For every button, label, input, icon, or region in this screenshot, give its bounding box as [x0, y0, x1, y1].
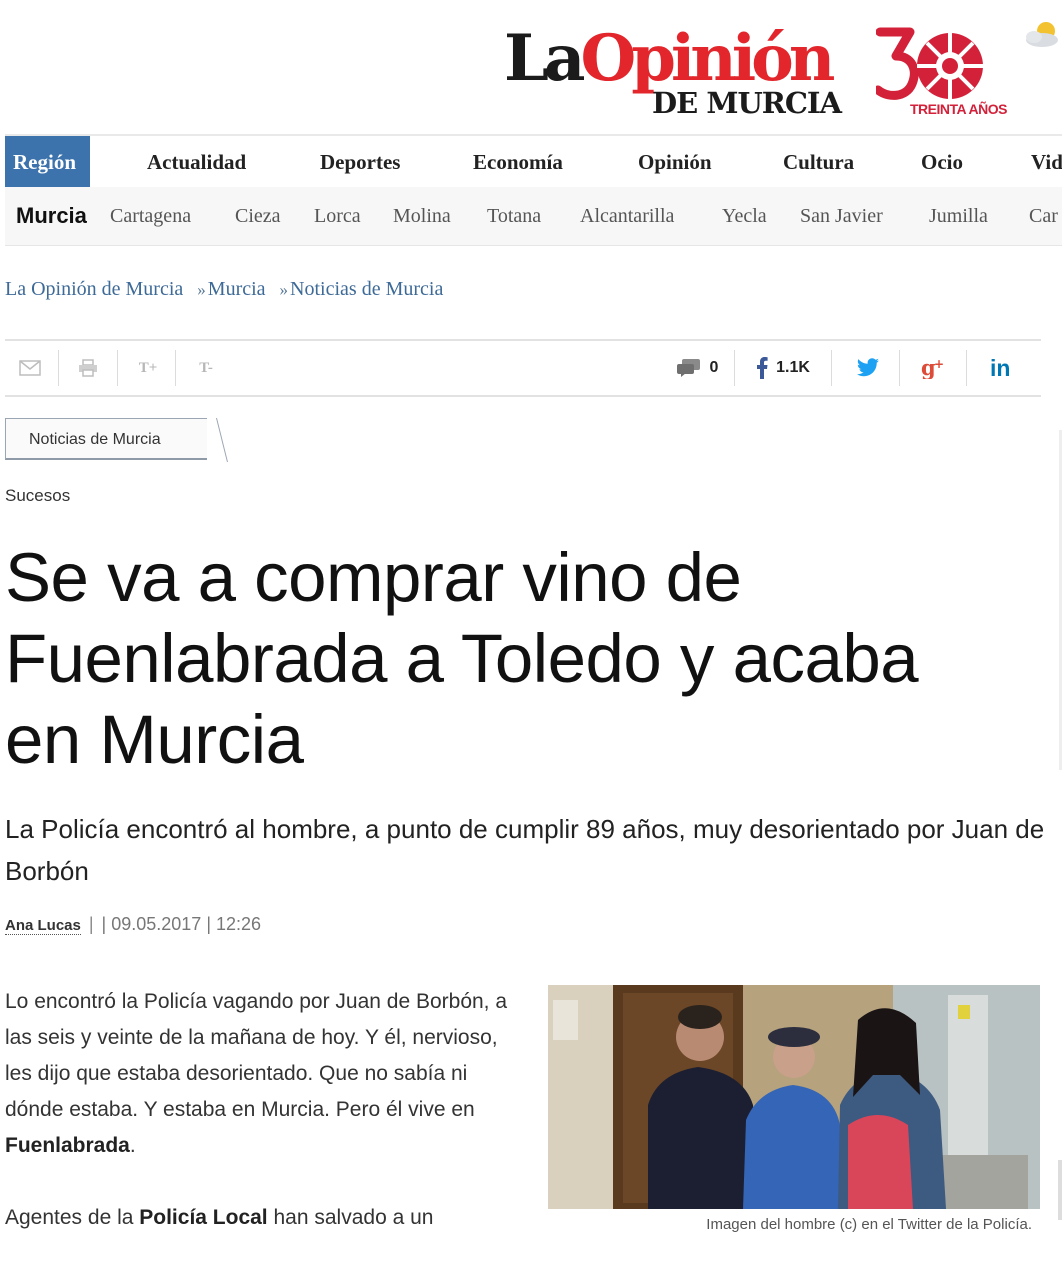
breadcrumb-noticias[interactable]: Noticias de Murcia [290, 278, 443, 300]
anniversary-badge: TREINTA AÑOS [876, 26, 1007, 118]
subnav-item-yecla[interactable]: Yecla [722, 187, 767, 245]
article-category[interactable]: Sucesos [5, 486, 70, 506]
comments-count: 0 [709, 359, 719, 376]
linkedin-icon: in [990, 357, 1010, 379]
comments-icon [676, 359, 700, 377]
subnav-item-lorca[interactable]: Lorca [314, 187, 361, 245]
nav-item-video[interactable]: Vid [1031, 136, 1062, 188]
article-byline: Ana Lucas | | 09.05.2017 | 12:26 [5, 914, 262, 935]
subnav-item-jumilla[interactable]: Jumilla [929, 187, 988, 245]
svg-text:in: in [990, 357, 1010, 379]
logo-wordmark: LaOpinión [504, 21, 835, 96]
breadcrumb-separator: » [197, 280, 206, 299]
text-increase-button[interactable]: T+ [133, 341, 163, 395]
article-photo[interactable] [548, 985, 1040, 1209]
breadcrumb-separator: » [279, 280, 289, 299]
main-navigation: Región Actualidad Deportes Economía Opin… [5, 134, 1062, 189]
subnav-item-murcia[interactable]: Murcia [16, 187, 87, 245]
section-tab-label: Noticias de Murcia [29, 431, 161, 448]
breadcrumb-home[interactable]: La Opinión de Murcia [5, 278, 183, 300]
photo-caption: Imagen del hombre (c) en el Twitter de l… [706, 1216, 1032, 1233]
author-link[interactable]: Ana Lucas [5, 917, 81, 935]
facebook-share-button[interactable]: 1.1K [747, 341, 819, 395]
section-tab[interactable]: Noticias de Murcia [5, 418, 228, 462]
breadcrumb: La Opinión de Murcia» Murcia» Noticias de … [5, 278, 443, 301]
facebook-count: 1.1K [776, 359, 810, 376]
nav-item-region[interactable]: Región [5, 136, 90, 188]
google-plus-share-button[interactable]: g + [911, 341, 957, 395]
email-icon[interactable] [15, 341, 45, 395]
article-subtitle: La Policía encontró al hombre, a punto d… [5, 814, 1045, 886]
logo-subtitle: DE MURCIA [652, 86, 842, 120]
publish-date: | 09.05.2017 | 12:26 [101, 914, 262, 934]
article-toolbar: T+ T- 0 1.1K g + in [5, 339, 1041, 397]
breadcrumb-murcia[interactable]: Murcia [208, 278, 266, 300]
svg-text:+: + [934, 357, 944, 371]
subnav-item-cieza[interactable]: Cieza [235, 187, 281, 245]
print-icon[interactable] [73, 341, 103, 395]
nav-item-opinion[interactable]: Opinión [638, 136, 712, 188]
anniversary-30-icon [876, 27, 983, 100]
partly-cloudy-icon[interactable] [1022, 18, 1062, 52]
subnav-item-totana[interactable]: Totana [487, 187, 541, 245]
article-paragraph: Agentes de la Policía Local han salvado … [5, 1206, 434, 1229]
subnav-item-alcantarilla[interactable]: Alcantarilla [580, 187, 674, 245]
subnav-item-molina[interactable]: Molina [393, 187, 451, 245]
article-title: Se va a comprar vino de Fuenlabrada a To… [5, 539, 919, 778]
subnav-item-cartagena[interactable]: Cartagena [110, 187, 191, 245]
keyword-policia-local: Policía Local [139, 1206, 268, 1229]
nav-item-actualidad[interactable]: Actualidad [147, 136, 246, 188]
comments-button[interactable]: 0 [667, 341, 727, 395]
anniversary-text: TREINTA AÑOS [910, 101, 1007, 117]
twitter-icon [857, 358, 879, 377]
linkedin-share-button[interactable]: in [979, 341, 1025, 395]
nav-item-deportes[interactable]: Deportes [320, 136, 400, 188]
text-decrease-button[interactable]: T- [191, 341, 221, 395]
article-body: Lo encontró la Policía vagando por Juan … [5, 984, 525, 1272]
nav-item-cultura[interactable]: Cultura [783, 136, 854, 188]
twitter-share-button[interactable] [843, 341, 893, 395]
keyword-fuenlabrada: Fuenlabrada [5, 1134, 130, 1157]
nav-item-economia[interactable]: Economía [473, 136, 563, 188]
subnav-item-cartagena-more[interactable]: Car [1029, 187, 1058, 245]
subnav-item-san-javier[interactable]: San Javier [800, 187, 883, 245]
scrollbar-thumb[interactable] [1058, 1160, 1062, 1220]
nav-item-ocio[interactable]: Ocio [921, 136, 963, 188]
sub-navigation: Murcia Cartagena Cieza Lorca Molina Tota… [5, 187, 1062, 246]
article-paragraph: Lo encontró la Policía vagando por Juan … [5, 990, 508, 1157]
facebook-icon [757, 357, 768, 379]
google-plus-icon: g+ [921, 357, 944, 379]
site-logo[interactable]: LaOpinión DE MURCIA [504, 24, 844, 124]
